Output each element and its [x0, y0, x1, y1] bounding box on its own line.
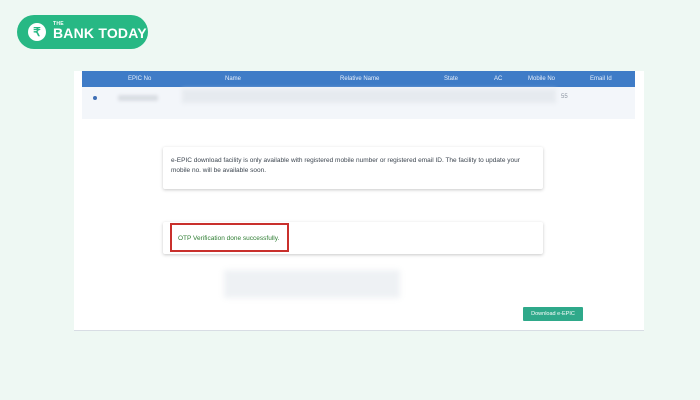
column-epic-no: EPIC No [128, 76, 152, 82]
brand-logo: ₹ THE BANK TODAY [17, 15, 148, 49]
table-header: EPIC No Name Relative Name State AC Mobi… [82, 71, 635, 87]
epic-download-panel: EPIC No Name Relative Name State AC Mobi… [74, 71, 644, 331]
column-relative-name: Relative Name [340, 76, 380, 82]
blurred-epic-number [118, 95, 158, 101]
column-name: Name [225, 76, 242, 82]
table-row[interactable]: 55 [82, 87, 635, 119]
info-message-box: e-EPIC download facility is only availab… [163, 147, 543, 189]
info-message: e-EPIC download facility is only availab… [171, 157, 520, 174]
blurred-field [224, 270, 400, 298]
otp-success-message: OTP Verification done successfully. [178, 235, 280, 242]
download-epic-button[interactable]: Download e-EPIC [523, 307, 583, 321]
brand-name: BANK TODAY [53, 25, 147, 41]
row-select-radio[interactable] [93, 96, 97, 100]
otp-highlight-frame: OTP Verification done successfully. [170, 223, 289, 252]
row-mobile-fragment: 55 [561, 94, 568, 100]
column-mobile-no: Mobile No [528, 76, 556, 82]
rupee-icon: ₹ [28, 23, 46, 41]
column-email-id: Email Id [590, 76, 612, 82]
column-ac: AC [494, 76, 503, 82]
column-state: State [444, 76, 459, 82]
otp-status-box: OTP Verification done successfully. [163, 222, 543, 254]
blurred-row-details [182, 89, 556, 103]
